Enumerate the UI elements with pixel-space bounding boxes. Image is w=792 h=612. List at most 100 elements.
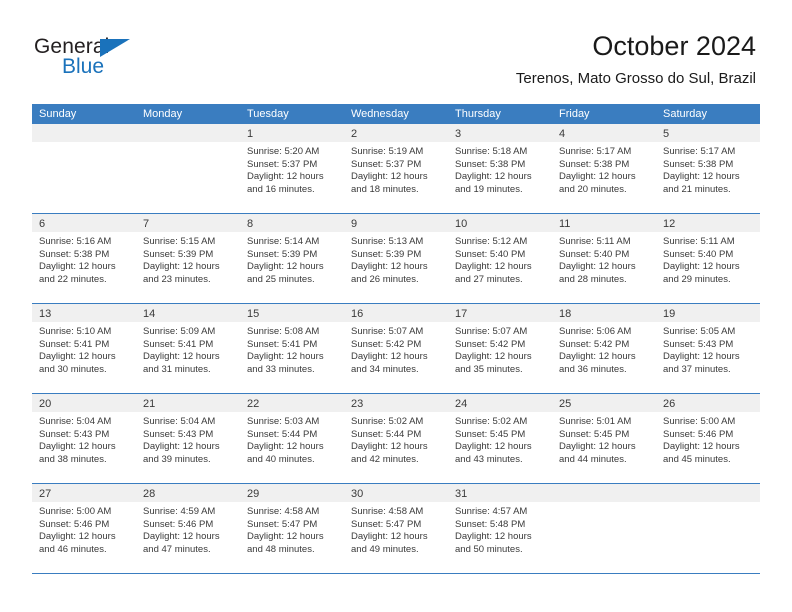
day-cell[interactable]: 10 Sunrise: 5:12 AM Sunset: 5:40 PM Dayligh… (448, 214, 552, 303)
day-number: 3 (455, 128, 462, 140)
day-cell[interactable]: 23 Sunrise: 5:02 AM Sunset: 5:44 PM Dayligh… (344, 394, 448, 483)
general-blue-logo[interactable]: General Blue (34, 36, 164, 84)
day-cell[interactable]: 5 Sunrise: 5:17 AM Sunset: 5:38 PM Daylight… (656, 124, 760, 213)
day-number-band (32, 124, 136, 142)
day-cell[interactable]: 15 Sunrise: 5:08 AM Sunset: 5:41 PM Dayligh… (240, 304, 344, 393)
day-number-band: 27 (32, 484, 136, 502)
daylight-text-line1: Daylight: 12 hours (247, 531, 324, 543)
day-number: 7 (143, 218, 150, 230)
calendar-week-row: 13 Sunrise: 5:10 AM Sunset: 5:41 PM Dayligh… (32, 304, 760, 394)
day-details: Sunrise: 5:06 AM Sunset: 5:42 PM Daylight:… (552, 322, 656, 376)
sunset-text: Sunset: 5:42 PM (351, 338, 422, 350)
day-number-band: 14 (136, 304, 240, 322)
sunset-text: Sunset: 5:40 PM (455, 248, 526, 260)
day-details: Sunrise: 5:00 AM Sunset: 5:46 PM Daylight:… (32, 502, 136, 556)
day-number-band: 30 (344, 484, 448, 502)
sunset-text: Sunset: 5:48 PM (455, 518, 526, 530)
day-cell[interactable]: 25 Sunrise: 5:01 AM Sunset: 5:45 PM Dayligh… (552, 394, 656, 483)
day-cell[interactable]: 21 Sunrise: 5:04 AM Sunset: 5:43 PM Dayligh… (136, 394, 240, 483)
day-cell[interactable]: 12 Sunrise: 5:11 AM Sunset: 5:40 PM Dayligh… (656, 214, 760, 303)
day-number-band: 1 (240, 124, 344, 142)
sunrise-text: Sunrise: 5:16 AM (39, 236, 112, 247)
day-cell[interactable]: 31 Sunrise: 4:57 AM Sunset: 5:48 PM Dayligh… (448, 484, 552, 573)
sunset-text: Sunset: 5:40 PM (663, 248, 734, 260)
day-cell[interactable]: 13 Sunrise: 5:10 AM Sunset: 5:41 PM Dayligh… (32, 304, 136, 393)
day-cell[interactable]: 18 Sunrise: 5:06 AM Sunset: 5:42 PM Dayligh… (552, 304, 656, 393)
day-cell[interactable]: 2 Sunrise: 5:19 AM Sunset: 5:37 PM Daylight… (344, 124, 448, 213)
daylight-text-line2: and 44 minutes. (559, 453, 627, 465)
sunset-text: Sunset: 5:41 PM (39, 338, 110, 350)
day-cell[interactable]: 19 Sunrise: 5:05 AM Sunset: 5:43 PM Dayligh… (656, 304, 760, 393)
day-cell[interactable]: 17 Sunrise: 5:07 AM Sunset: 5:42 PM Dayligh… (448, 304, 552, 393)
day-number-band: 25 (552, 394, 656, 412)
sunset-text: Sunset: 5:41 PM (143, 338, 214, 350)
day-cell-empty (32, 124, 136, 213)
sunrise-text: Sunrise: 5:01 AM (559, 416, 632, 427)
day-cell[interactable]: 14 Sunrise: 5:09 AM Sunset: 5:41 PM Dayligh… (136, 304, 240, 393)
day-number-band (136, 124, 240, 142)
title-block: October 2024 Terenos, Mato Grosso do Sul… (516, 30, 756, 88)
sunrise-text: Sunrise: 4:58 AM (351, 506, 424, 517)
sunset-text: Sunset: 5:37 PM (247, 158, 318, 170)
weekday-header-tuesday: Tuesday (247, 108, 289, 120)
daylight-text-line2: and 20 minutes. (559, 183, 627, 195)
daylight-text-line2: and 23 minutes. (143, 273, 211, 285)
day-cell[interactable]: 27 Sunrise: 5:00 AM Sunset: 5:46 PM Dayligh… (32, 484, 136, 573)
day-number: 16 (351, 308, 364, 320)
day-number: 21 (143, 398, 156, 410)
day-cell[interactable]: 22 Sunrise: 5:03 AM Sunset: 5:44 PM Dayligh… (240, 394, 344, 483)
day-number: 1 (247, 128, 254, 140)
day-number-band: 15 (240, 304, 344, 322)
weekday-header-monday: Monday (143, 108, 183, 120)
day-cell[interactable]: 26 Sunrise: 5:00 AM Sunset: 5:46 PM Dayligh… (656, 394, 760, 483)
daylight-text-line2: and 38 minutes. (39, 453, 107, 465)
daylight-text-line2: and 39 minutes. (143, 453, 211, 465)
daylight-text-line2: and 34 minutes. (351, 363, 419, 375)
day-number-band: 7 (136, 214, 240, 232)
day-details (552, 502, 656, 506)
day-cell[interactable]: 16 Sunrise: 5:07 AM Sunset: 5:42 PM Dayligh… (344, 304, 448, 393)
day-details: Sunrise: 5:01 AM Sunset: 5:45 PM Daylight:… (552, 412, 656, 466)
daylight-text-line2: and 46 minutes. (39, 543, 107, 555)
day-number: 8 (247, 218, 254, 230)
day-cell[interactable]: 3 Sunrise: 5:18 AM Sunset: 5:38 PM Daylight… (448, 124, 552, 213)
day-details: Sunrise: 4:58 AM Sunset: 5:47 PM Daylight:… (344, 502, 448, 556)
day-details: Sunrise: 5:02 AM Sunset: 5:44 PM Daylight:… (344, 412, 448, 466)
sunrise-text: Sunrise: 5:12 AM (455, 236, 528, 247)
day-cell[interactable]: 6 Sunrise: 5:16 AM Sunset: 5:38 PM Daylight… (32, 214, 136, 303)
sunset-text: Sunset: 5:38 PM (455, 158, 526, 170)
daylight-text-line1: Daylight: 12 hours (39, 441, 116, 453)
day-cell[interactable]: 1 Sunrise: 5:20 AM Sunset: 5:37 PM Daylight… (240, 124, 344, 213)
calendar-grid: Sunday Monday Tuesday Wednesday Thursday… (32, 104, 760, 574)
day-cell[interactable]: 8 Sunrise: 5:14 AM Sunset: 5:39 PM Daylight… (240, 214, 344, 303)
daylight-text-line1: Daylight: 12 hours (39, 261, 116, 273)
sunset-text: Sunset: 5:47 PM (247, 518, 318, 530)
weekday-header-row: Sunday Monday Tuesday Wednesday Thursday… (32, 104, 760, 124)
day-cell[interactable]: 29 Sunrise: 4:58 AM Sunset: 5:47 PM Dayligh… (240, 484, 344, 573)
sunset-text: Sunset: 5:38 PM (663, 158, 734, 170)
daylight-text-line1: Daylight: 12 hours (351, 531, 428, 543)
sunrise-text: Sunrise: 5:17 AM (663, 146, 736, 157)
day-cell[interactable]: 11 Sunrise: 5:11 AM Sunset: 5:40 PM Dayligh… (552, 214, 656, 303)
sunset-text: Sunset: 5:44 PM (351, 428, 422, 440)
day-details: Sunrise: 5:09 AM Sunset: 5:41 PM Daylight:… (136, 322, 240, 376)
day-cell[interactable]: 9 Sunrise: 5:13 AM Sunset: 5:39 PM Daylight… (344, 214, 448, 303)
sunrise-text: Sunrise: 5:20 AM (247, 146, 320, 157)
day-cell[interactable]: 30 Sunrise: 4:58 AM Sunset: 5:47 PM Dayligh… (344, 484, 448, 573)
day-cell[interactable]: 20 Sunrise: 5:04 AM Sunset: 5:43 PM Dayligh… (32, 394, 136, 483)
day-number: 17 (455, 308, 468, 320)
calendar-week-row: 1 Sunrise: 5:20 AM Sunset: 5:37 PM Daylight… (32, 124, 760, 214)
calendar-page: General Blue October 2024 Terenos, Mato … (0, 0, 792, 612)
day-cell[interactable]: 4 Sunrise: 5:17 AM Sunset: 5:38 PM Daylight… (552, 124, 656, 213)
sunrise-text: Sunrise: 5:19 AM (351, 146, 424, 157)
day-cell[interactable]: 24 Sunrise: 5:02 AM Sunset: 5:45 PM Dayligh… (448, 394, 552, 483)
sunrise-text: Sunrise: 5:08 AM (247, 326, 320, 337)
day-cell[interactable]: 28 Sunrise: 4:59 AM Sunset: 5:46 PM Dayligh… (136, 484, 240, 573)
sunset-text: Sunset: 5:39 PM (247, 248, 318, 260)
sunset-text: Sunset: 5:46 PM (663, 428, 734, 440)
sunrise-text: Sunrise: 5:07 AM (455, 326, 528, 337)
day-number: 12 (663, 218, 676, 230)
day-number: 6 (39, 218, 46, 230)
sunset-text: Sunset: 5:47 PM (351, 518, 422, 530)
day-cell[interactable]: 7 Sunrise: 5:15 AM Sunset: 5:39 PM Daylight… (136, 214, 240, 303)
